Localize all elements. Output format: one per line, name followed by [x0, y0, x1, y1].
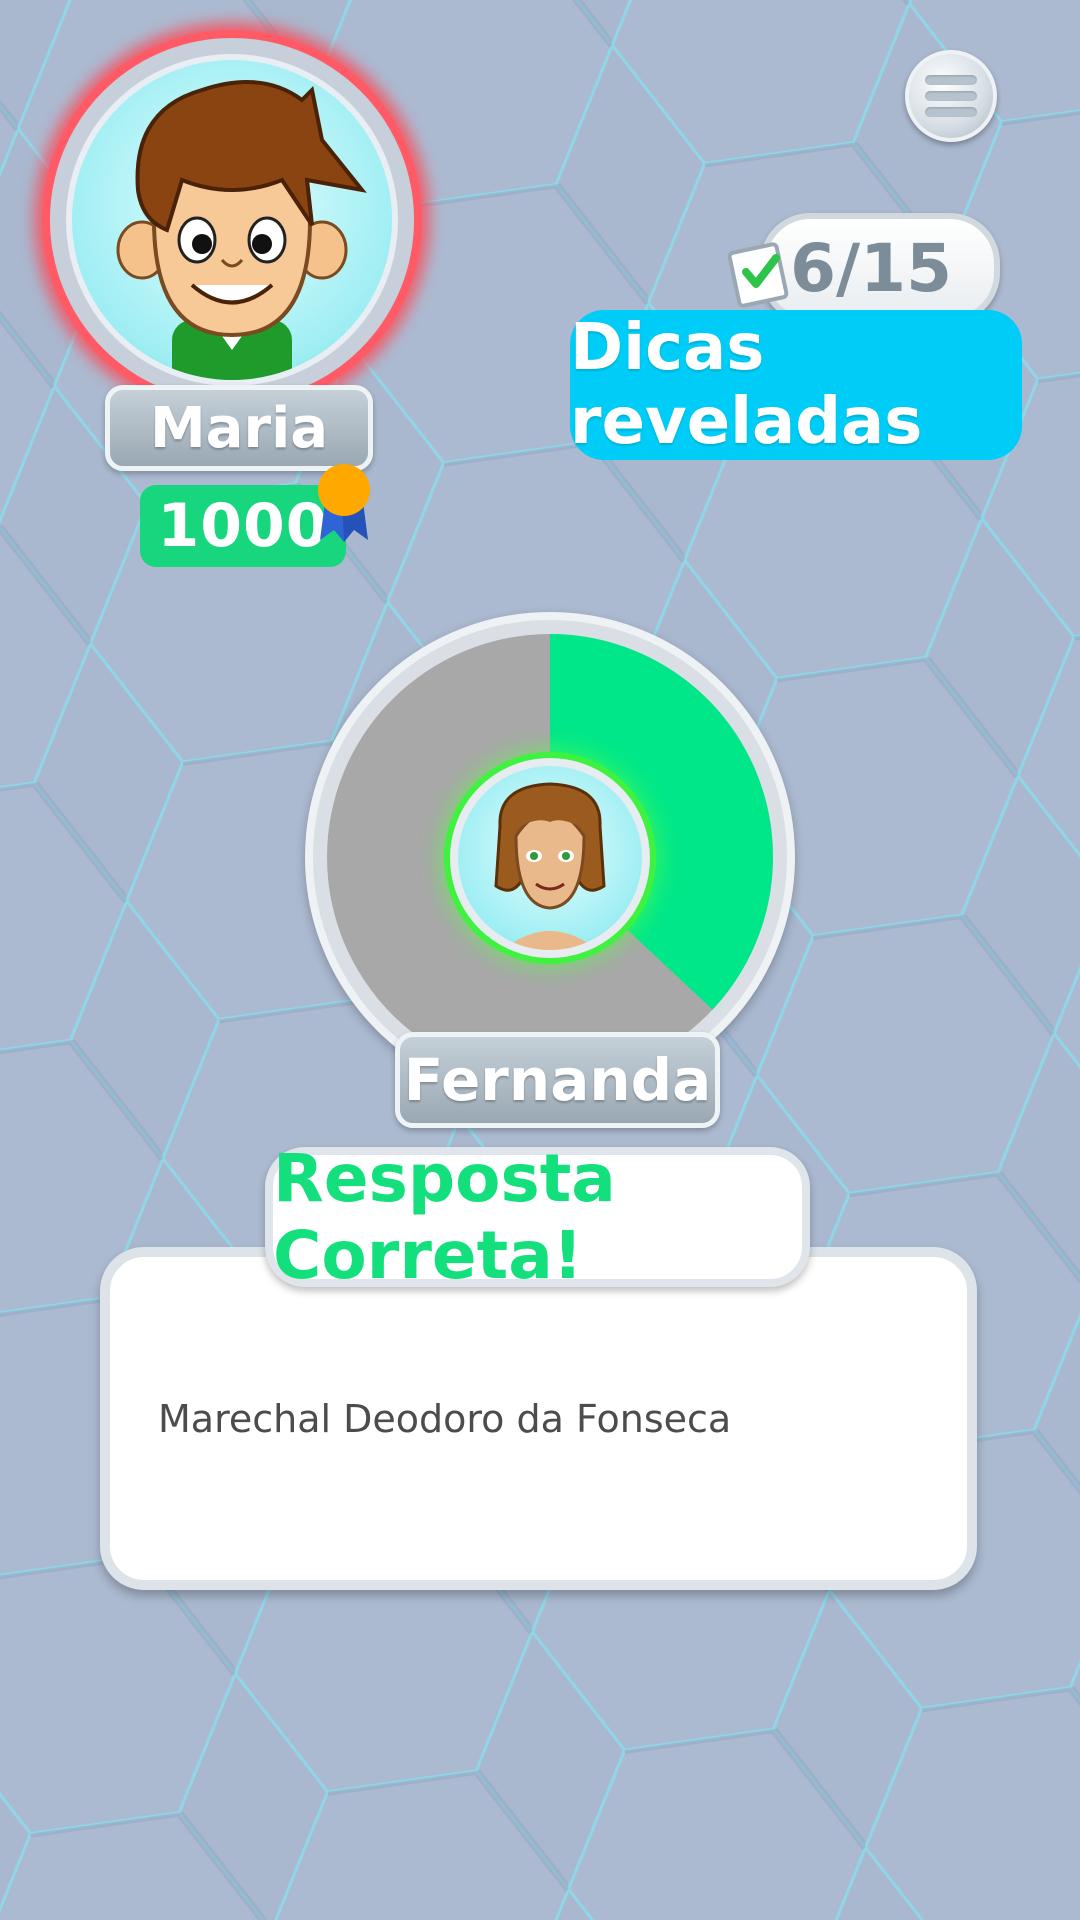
player-avatar: [42, 30, 422, 410]
hamburger-menu-icon: [925, 75, 977, 85]
opponent-avatar-icon: [450, 758, 650, 958]
answer-card: Marechal Deodoro da Fonseca: [100, 1247, 977, 1590]
menu-button[interactable]: [905, 50, 997, 142]
boy-avatar-icon: [66, 54, 398, 386]
result-title: Resposta Correta!: [265, 1140, 810, 1294]
medal-icon: [318, 464, 370, 542]
hints-revealed-label: Dicas reveladas: [570, 310, 1022, 460]
opponent-name: Fernanda: [395, 1032, 720, 1128]
answer-text: Marechal Deodoro da Fonseca: [158, 1397, 732, 1441]
checklist-icon: [728, 242, 789, 308]
player-name: Maria: [105, 385, 373, 471]
hint-counter: 6/15: [760, 213, 1000, 323]
